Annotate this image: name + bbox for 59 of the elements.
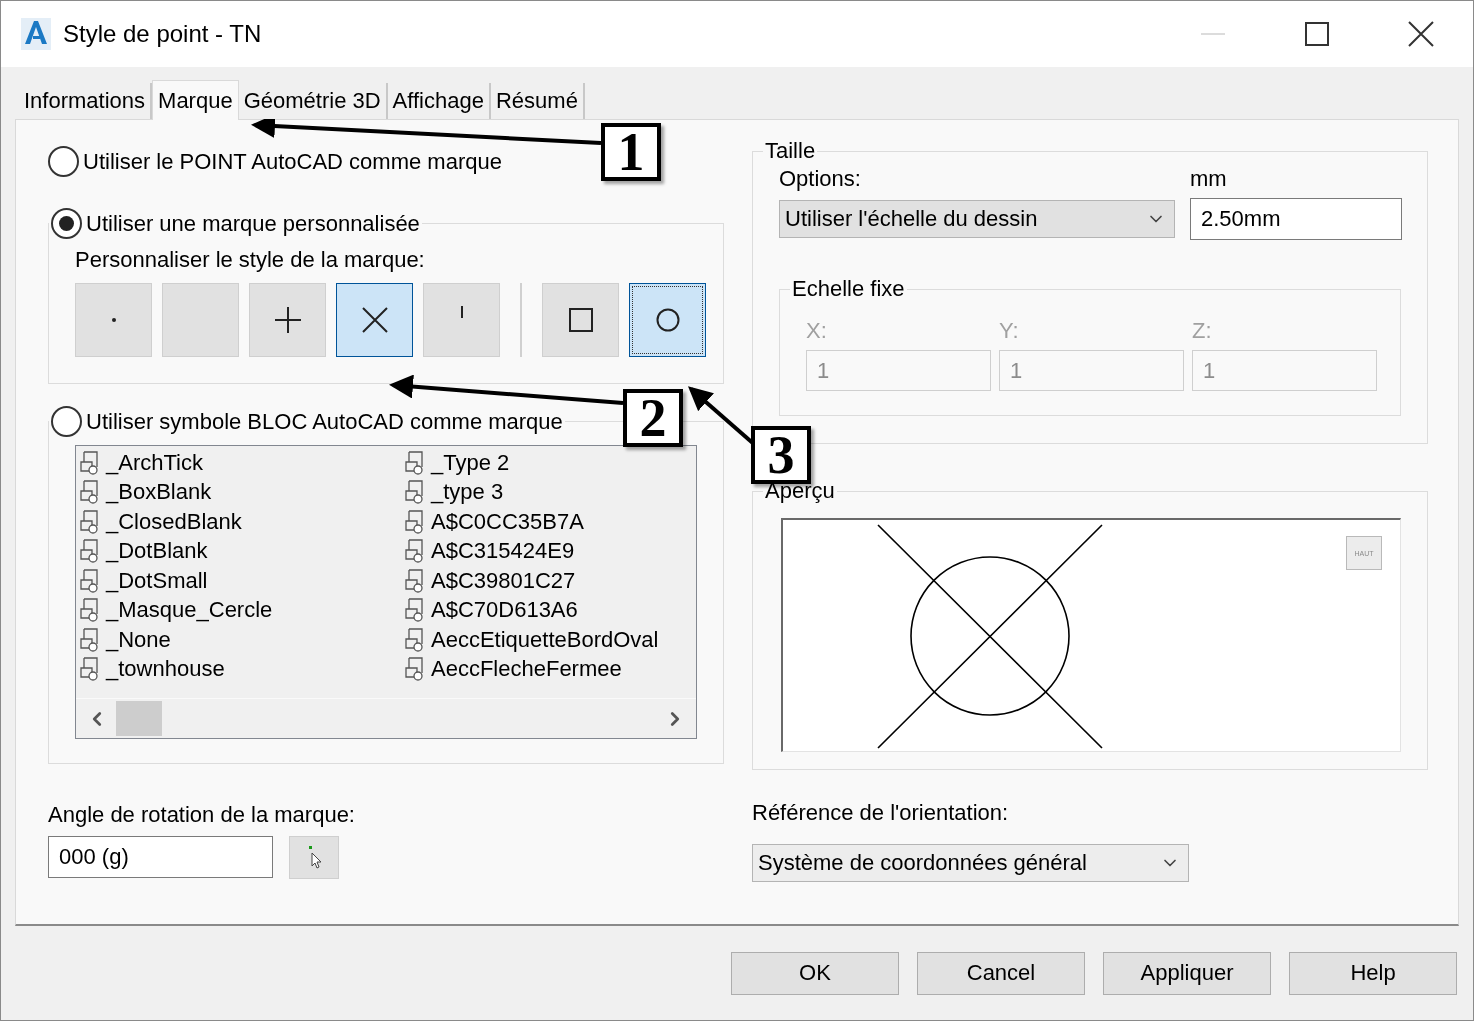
scale-option-dropdown[interactable]: Utiliser l'échelle du dessin <box>779 200 1175 238</box>
orientation-dropdown[interactable]: Système de coordonnées général <box>752 844 1189 882</box>
block-list-item[interactable]: _townhouse <box>106 656 225 683</box>
maximize-icon <box>1305 22 1329 46</box>
field-label: Angle de rotation de la marque: <box>48 802 356 828</box>
block-list-item[interactable]: _ArchTick <box>106 449 203 476</box>
block-list-item[interactable]: _BoxBlank <box>106 479 212 506</box>
cross-icon <box>361 307 388 333</box>
block-list-item[interactable]: A$C70D613A6 <box>431 597 578 624</box>
block-list-item[interactable]: _None <box>106 626 171 653</box>
block-list-item[interactable]: _type 3 <box>431 479 504 506</box>
radio-button[interactable] <box>51 208 82 239</box>
callout-number: 3 <box>751 426 811 484</box>
block-list-item[interactable]: _DotBlank <box>106 538 208 565</box>
rotation-input[interactable]: 000 (g) <box>48 836 273 878</box>
axis-label: Y: <box>999 318 1020 344</box>
radio-label: Utiliser une marque personnalisée <box>86 210 420 237</box>
block-list-item[interactable]: A$C0CC35B7A <box>431 508 584 535</box>
square-icon <box>568 308 593 332</box>
axis-label: Z: <box>1192 318 1213 344</box>
radio-label: Utiliser le POINT AutoCAD comme marque <box>83 148 502 175</box>
field-label: Options: <box>779 166 862 192</box>
close-icon <box>1408 21 1434 47</box>
block-list-item[interactable]: A$C39801C27 <box>431 567 576 594</box>
dialog-button[interactable]: OK <box>731 951 899 995</box>
block-list-item[interactable]: _Type 2 <box>431 449 510 476</box>
dot-icon <box>110 317 117 323</box>
tick-icon <box>459 306 464 318</box>
scrollbar-thumb[interactable] <box>116 701 162 736</box>
block-list-item[interactable]: _ClosedBlank <box>106 508 242 535</box>
unit-label: mm <box>1190 166 1228 192</box>
minimize-icon <box>1201 33 1225 35</box>
block-list-item[interactable]: AeccFlecheFermee <box>431 656 622 683</box>
radio-button[interactable] <box>48 146 79 177</box>
plus-icon <box>274 307 301 333</box>
block-list-item[interactable]: AeccEtiquetteBordOval <box>431 626 659 653</box>
axis-label: X: <box>806 318 828 344</box>
block-list-item[interactable]: _DotSmall <box>106 567 208 594</box>
block-list-item[interactable]: A$C315424E9 <box>431 538 575 565</box>
radio-button[interactable] <box>51 406 82 437</box>
field-label: Référence de l'orientation: <box>752 800 1010 826</box>
dialog-button[interactable]: Help <box>1289 951 1457 995</box>
callout-number: 1 <box>601 123 661 181</box>
block-list-item[interactable]: _Masque_Cercle <box>106 597 273 624</box>
marker-frame-button[interactable] <box>629 283 706 357</box>
circle-icon <box>655 308 680 332</box>
radio-label: Utiliser symbole BLOC AutoCAD comme marque <box>86 408 563 435</box>
callout-number: 2 <box>623 389 683 447</box>
section-label: Personnaliser le style de la marque: <box>74 246 426 273</box>
dialog-button[interactable]: Cancel <box>917 951 1085 995</box>
tab[interactable]: Marque <box>152 80 239 120</box>
dialog-button[interactable]: Appliquer <box>1103 951 1271 995</box>
group-title: Echelle fixe <box>792 276 905 302</box>
size-input[interactable]: 2.50mm <box>1190 198 1402 240</box>
window-title: Style de point - TN <box>63 20 263 48</box>
group-title: Taille <box>765 138 816 164</box>
marker-shape-button[interactable] <box>336 283 413 357</box>
app-logo-icon <box>21 18 51 50</box>
cursor-icon <box>306 845 322 870</box>
